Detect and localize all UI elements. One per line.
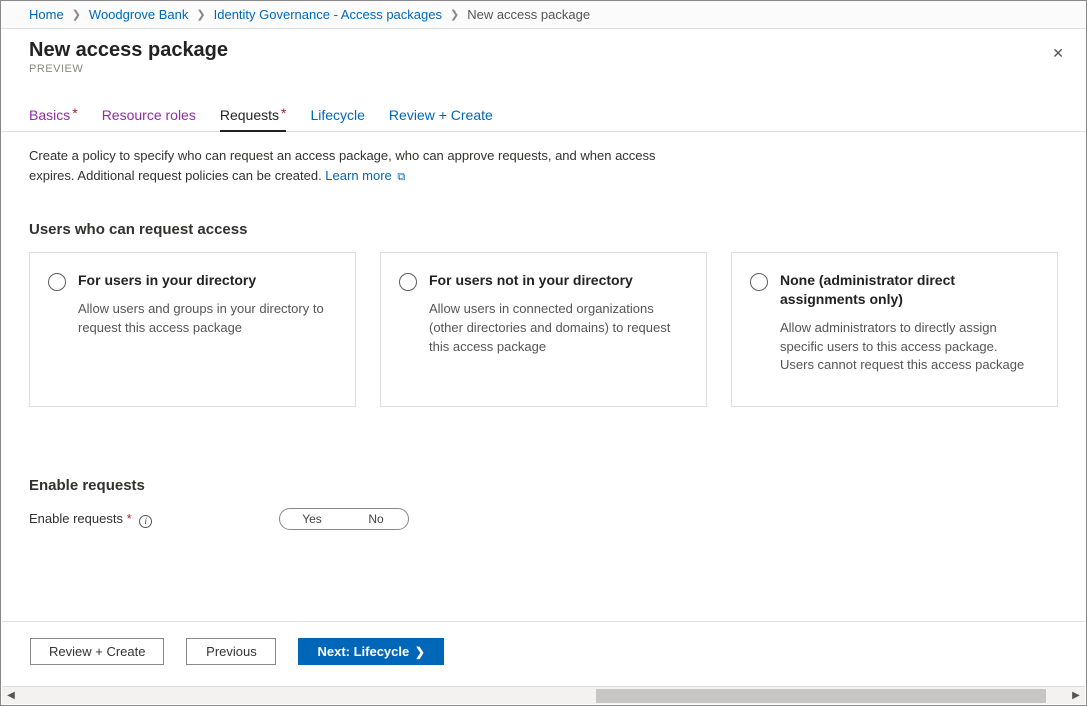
chevron-right-icon: ❯ [196, 8, 205, 21]
tab-lifecycle-label: Lifecycle [310, 107, 364, 123]
required-asterisk: * [281, 105, 286, 121]
tab-review-create-label: Review + Create [389, 107, 493, 123]
toggle-no[interactable]: No [344, 509, 408, 529]
card-desc: Allow administrators to directly assign … [780, 319, 1035, 376]
tab-lifecycle[interactable]: Lifecycle [310, 101, 364, 131]
required-asterisk: * [127, 511, 132, 526]
review-create-button[interactable]: Review + Create [30, 638, 164, 665]
learn-more-link[interactable]: Learn more ⧉ [325, 168, 405, 183]
tab-basics-label: Basics [29, 107, 70, 123]
horizontal-scrollbar[interactable]: ◀ ▶ [2, 686, 1085, 704]
enable-requests-toggle[interactable]: Yes No [279, 508, 409, 530]
radio-users-not-in-directory[interactable] [399, 273, 417, 291]
chevron-right-icon: ❯ [450, 8, 459, 21]
scroll-left-arrow[interactable]: ◀ [2, 688, 20, 704]
card-none-admin-only[interactable]: None (administrator direct assignments o… [731, 252, 1058, 407]
radio-none-admin-only[interactable] [750, 273, 768, 291]
card-users-in-directory[interactable]: For users in your directory Allow users … [29, 252, 356, 407]
info-icon[interactable]: i [139, 515, 152, 528]
card-users-not-in-directory[interactable]: For users not in your directory Allow us… [380, 252, 707, 407]
tab-resource-roles[interactable]: Resource roles [102, 101, 196, 131]
card-desc: Allow users and groups in your directory… [78, 300, 333, 338]
page-title: New access package [29, 39, 1058, 62]
tab-requests[interactable]: Requests* [220, 101, 287, 131]
toggle-yes[interactable]: Yes [280, 509, 344, 529]
page-header: New access package PREVIEW ✕ [1, 29, 1086, 75]
radio-users-in-directory[interactable] [48, 273, 66, 291]
tab-review-create[interactable]: Review + Create [389, 101, 493, 131]
intro-text: Create a policy to specify who can reque… [29, 146, 669, 185]
request-scope-cards: For users in your directory Allow users … [29, 252, 1058, 407]
previous-button[interactable]: Previous [186, 638, 276, 665]
chevron-right-icon: ❯ [72, 8, 81, 21]
close-button[interactable]: ✕ [1048, 41, 1068, 66]
breadcrumb: Home ❯ Woodgrove Bank ❯ Identity Governa… [1, 1, 1086, 29]
tab-requests-label: Requests [220, 107, 279, 123]
next-button-label: Next: Lifecycle [317, 644, 409, 659]
section-enable-heading: Enable requests [29, 477, 1058, 494]
enable-requests-label-text: Enable requests [29, 511, 123, 526]
tab-resource-roles-label: Resource roles [102, 107, 196, 123]
scroll-right-arrow[interactable]: ▶ [1067, 688, 1085, 704]
close-icon: ✕ [1052, 45, 1064, 61]
tab-basics[interactable]: Basics* [29, 101, 78, 131]
breadcrumb-home[interactable]: Home [29, 7, 64, 22]
chevron-right-icon: ❯ [415, 645, 425, 659]
scroll-thumb[interactable] [596, 689, 1046, 703]
card-title: For users not in your directory [429, 271, 684, 290]
external-link-icon: ⧉ [397, 171, 405, 183]
scroll-track[interactable] [20, 687, 1067, 705]
breadcrumb-woodgrove[interactable]: Woodgrove Bank [89, 7, 189, 22]
preview-badge: PREVIEW [29, 63, 1058, 75]
breadcrumb-identity-governance[interactable]: Identity Governance - Access packages [214, 7, 442, 22]
card-desc: Allow users in connected organizations (… [429, 300, 684, 357]
learn-more-label: Learn more [325, 168, 391, 183]
wizard-tabs: Basics* Resource roles Requests* Lifecyc… [1, 101, 1086, 132]
enable-requests-label: Enable requests * i [29, 511, 279, 527]
section-users-heading: Users who can request access [29, 221, 1058, 238]
card-title: None (administrator direct assignments o… [780, 271, 1035, 309]
wizard-footer: Review + Create Previous Next: Lifecycle… [2, 621, 1085, 681]
card-title: For users in your directory [78, 271, 333, 290]
next-lifecycle-button[interactable]: Next: Lifecycle ❯ [298, 638, 443, 665]
breadcrumb-current: New access package [467, 7, 590, 22]
required-asterisk: * [72, 105, 77, 121]
